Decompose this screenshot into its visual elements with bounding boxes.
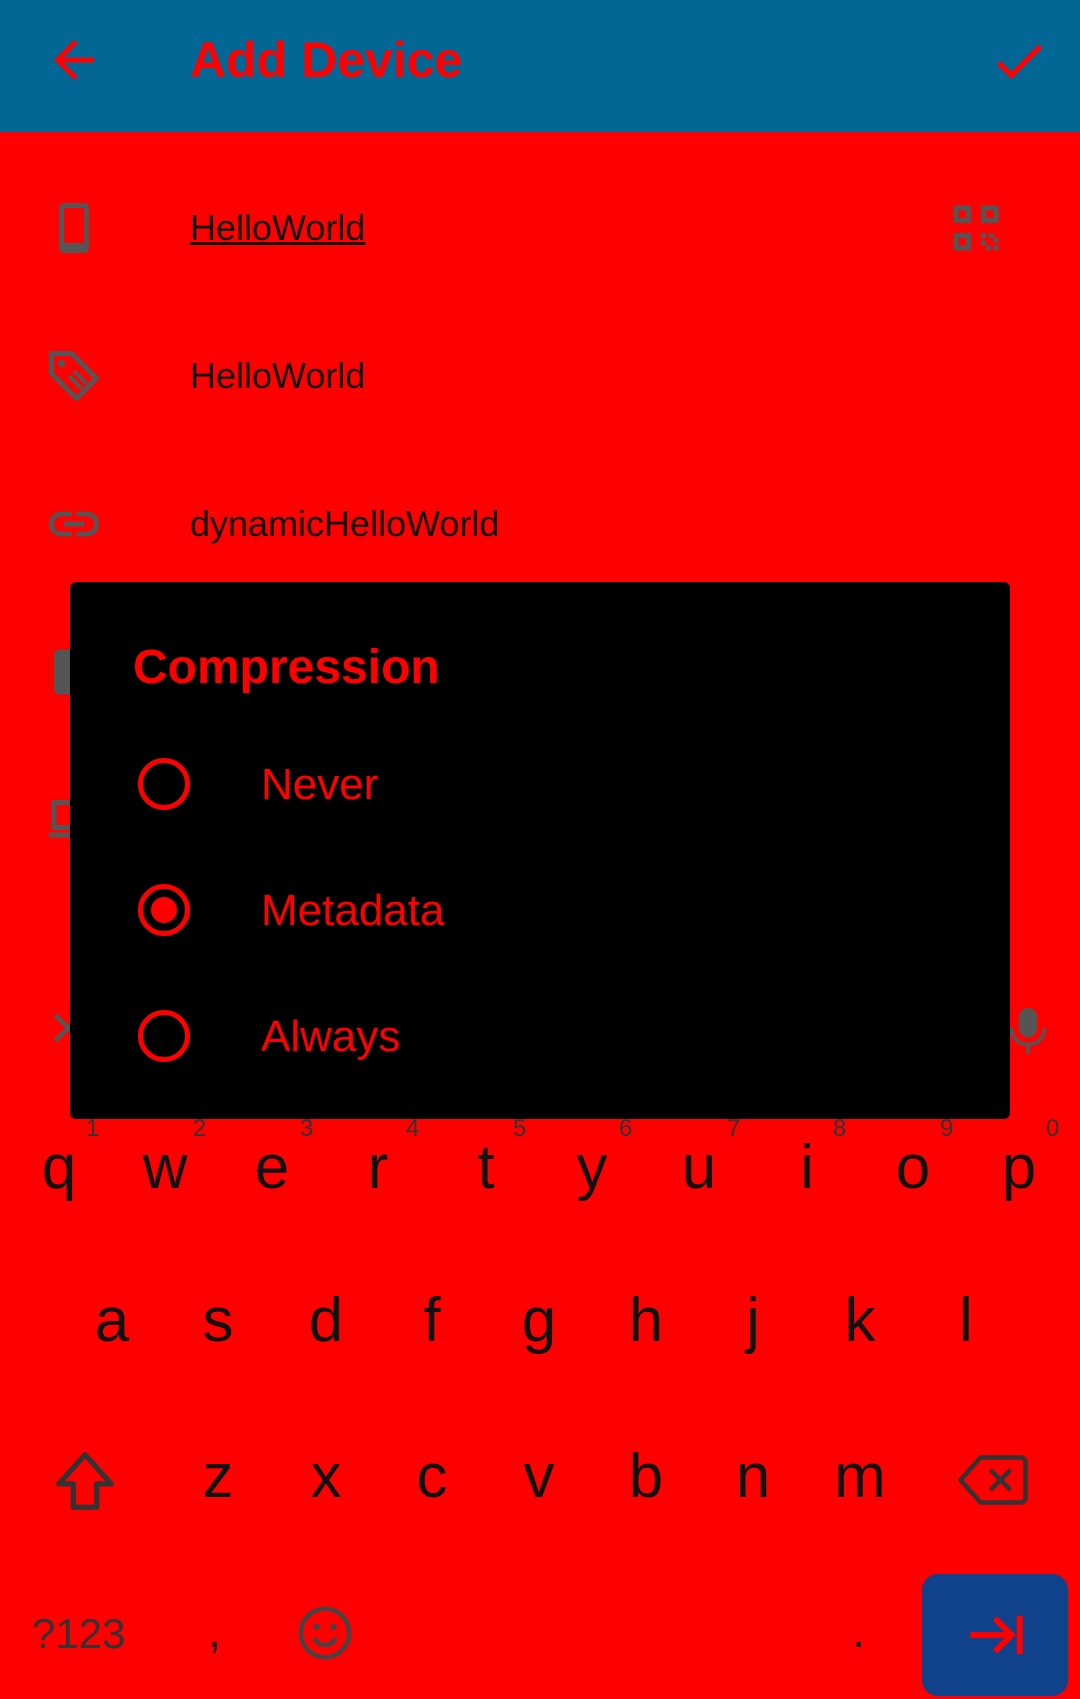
- key-v[interactable]: v: [485, 1442, 593, 1512]
- key-d[interactable]: d: [272, 1286, 380, 1356]
- compression-dialog: Compression Never Metadata Always: [70, 582, 1010, 1119]
- next-button[interactable]: [922, 1574, 1068, 1696]
- device-name-row[interactable]: HelloWorld: [0, 326, 1080, 426]
- key-c[interactable]: c: [378, 1442, 486, 1512]
- key-t[interactable]: t: [432, 1133, 540, 1203]
- key-r[interactable]: r: [324, 1133, 432, 1203]
- key-g[interactable]: g: [485, 1286, 593, 1356]
- key-b[interactable]: b: [592, 1442, 700, 1512]
- key-k[interactable]: k: [806, 1286, 914, 1356]
- key-u[interactable]: u: [645, 1133, 753, 1203]
- key-a[interactable]: a: [58, 1286, 166, 1356]
- key-x[interactable]: x: [272, 1442, 380, 1512]
- key-j[interactable]: j: [699, 1286, 807, 1356]
- check-icon[interactable]: [988, 30, 1050, 92]
- radio-button-selected[interactable]: [138, 884, 190, 936]
- symbols-key[interactable]: ?123: [32, 1610, 125, 1658]
- option-never[interactable]: Never: [70, 734, 1010, 834]
- key-f[interactable]: f: [378, 1286, 486, 1356]
- mic-icon[interactable]: [1006, 1002, 1050, 1058]
- emoji-icon[interactable]: [296, 1604, 354, 1662]
- option-label: Never: [261, 760, 379, 809]
- key-y[interactable]: y: [538, 1133, 646, 1203]
- addresses-row[interactable]: dynamicHelloWorld: [0, 474, 1080, 574]
- device-id-row[interactable]: HelloWorld: [0, 178, 1080, 278]
- tag-icon: [49, 351, 99, 401]
- key-s[interactable]: s: [164, 1286, 272, 1356]
- key-h[interactable]: h: [592, 1286, 700, 1356]
- key-m[interactable]: m: [806, 1442, 914, 1512]
- option-always[interactable]: Always: [70, 986, 1010, 1086]
- key-i[interactable]: i: [753, 1133, 861, 1203]
- shift-icon[interactable]: [50, 1446, 120, 1516]
- option-metadata[interactable]: Metadata: [70, 860, 1010, 960]
- phone-icon: [59, 203, 89, 253]
- qr-code-icon[interactable]: [946, 198, 1006, 258]
- comma-key[interactable]: ,: [208, 1604, 221, 1659]
- option-label: Metadata: [261, 886, 445, 935]
- key-z[interactable]: z: [164, 1442, 272, 1512]
- key-e[interactable]: e: [218, 1133, 326, 1203]
- key-l[interactable]: l: [912, 1286, 1020, 1356]
- device-id-field[interactable]: HelloWorld: [190, 206, 365, 250]
- key-o[interactable]: o: [859, 1133, 967, 1203]
- radio-button[interactable]: [138, 1010, 190, 1062]
- backspace-icon[interactable]: [958, 1452, 1028, 1508]
- app-bar: Add Device: [0, 0, 1080, 132]
- key-w[interactable]: w: [111, 1133, 219, 1203]
- device-name-field[interactable]: HelloWorld: [190, 354, 365, 398]
- period-key[interactable]: .: [852, 1604, 865, 1659]
- radio-button[interactable]: [138, 758, 190, 810]
- next-arrow-icon: [970, 1615, 1023, 1655]
- addresses-field[interactable]: dynamicHelloWorld: [190, 502, 499, 546]
- arrow-back-icon[interactable]: [44, 30, 104, 90]
- key-n[interactable]: n: [699, 1442, 807, 1512]
- key-p[interactable]: p: [965, 1133, 1073, 1203]
- option-label: Always: [261, 1012, 401, 1061]
- link-icon: [49, 511, 99, 537]
- dialog-title: Compression: [133, 641, 440, 694]
- page-title: Add Device: [190, 32, 463, 88]
- key-q[interactable]: q: [5, 1133, 113, 1203]
